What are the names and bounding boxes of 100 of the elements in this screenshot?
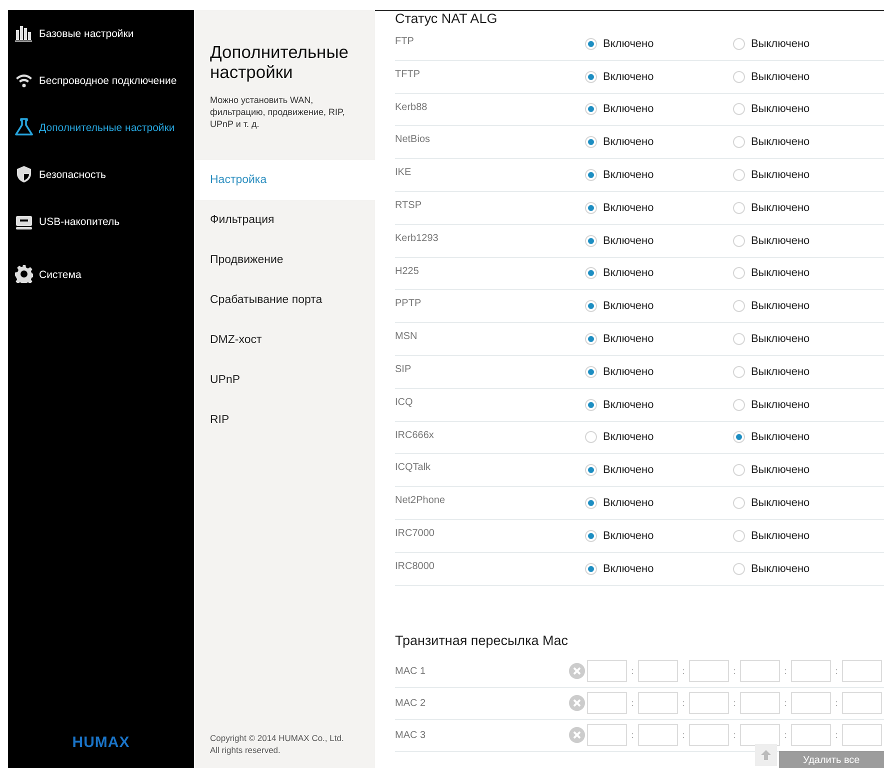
clear-icon[interactable]	[569, 695, 585, 712]
radio-option[interactable]: Выключено	[733, 169, 881, 182]
radio-button[interactable]	[733, 530, 745, 542]
radio-button[interactable]	[585, 300, 597, 312]
radio-button[interactable]	[585, 38, 597, 50]
mac-input-field[interactable]	[587, 660, 627, 682]
radio-button[interactable]	[585, 497, 597, 510]
radio-option[interactable]: Выключено	[733, 366, 881, 378]
radio-button[interactable]	[585, 398, 597, 411]
mac-input-field[interactable]	[740, 660, 780, 682]
radio-button[interactable]	[585, 366, 597, 378]
mac-input-field[interactable]	[842, 724, 882, 746]
radio-option[interactable]: Включено	[585, 267, 733, 280]
radio-option[interactable]: Выключено	[733, 267, 881, 280]
sidebar-item[interactable]: Система	[8, 261, 194, 308]
radio-option[interactable]: Выключено	[733, 234, 881, 247]
radio-option[interactable]: Выключено	[733, 431, 881, 444]
radio-button[interactable]	[733, 202, 745, 214]
radio-button[interactable]	[733, 169, 745, 182]
radio-option[interactable]: Включено	[585, 398, 733, 411]
radio-option[interactable]: Выключено	[733, 136, 881, 148]
radio-button[interactable]	[733, 398, 745, 411]
scroll-top-button[interactable]	[755, 744, 777, 766]
mac-input-field[interactable]	[689, 724, 729, 746]
radio-option[interactable]: Выключено	[733, 562, 881, 575]
submenu-item[interactable]: RIP	[194, 400, 375, 440]
mac-input-field[interactable]	[791, 724, 831, 746]
radio-button[interactable]	[585, 169, 597, 182]
radio-option[interactable]: Включено	[585, 300, 733, 312]
radio-button[interactable]	[733, 431, 745, 444]
sidebar-item[interactable]: Беспроводное подключение	[8, 67, 194, 114]
radio-option[interactable]: Выключено	[733, 70, 881, 83]
mac-input-field[interactable]	[587, 724, 627, 746]
radio-button[interactable]	[585, 431, 597, 444]
radio-button[interactable]	[585, 267, 597, 280]
mac-input-field[interactable]	[689, 660, 729, 682]
radio-button[interactable]	[585, 562, 597, 575]
radio-button[interactable]	[585, 136, 597, 148]
radio-option[interactable]: Включено	[585, 530, 733, 542]
radio-option[interactable]: Включено	[585, 497, 733, 510]
radio-option[interactable]: Выключено	[733, 202, 881, 214]
radio-button[interactable]	[585, 464, 597, 476]
submenu-item[interactable]: DMZ-хост	[194, 320, 375, 360]
radio-button[interactable]	[733, 366, 745, 378]
radio-button[interactable]	[585, 530, 597, 542]
submenu-item[interactable]: Продвижение	[194, 240, 375, 280]
radio-option[interactable]: Включено	[585, 234, 733, 247]
submenu-item[interactable]: Срабатывание порта	[194, 280, 375, 320]
sidebar-item[interactable]: Дополнительные настройки	[8, 114, 194, 161]
radio-button[interactable]	[733, 300, 745, 312]
mac-input-field[interactable]	[689, 692, 729, 714]
radio-option[interactable]: Включено	[585, 464, 733, 476]
mac-input-field[interactable]	[740, 724, 780, 746]
radio-button[interactable]	[733, 136, 745, 148]
clear-icon[interactable]	[569, 727, 585, 744]
radio-option[interactable]: Включено	[585, 202, 733, 214]
radio-option[interactable]: Включено	[585, 366, 733, 378]
radio-button[interactable]	[733, 38, 745, 50]
sidebar-item[interactable]: Базовые настройки	[8, 20, 194, 67]
submenu-item[interactable]: Фильтрация	[194, 200, 375, 240]
radio-button[interactable]	[733, 497, 745, 510]
radio-option[interactable]: Выключено	[733, 464, 881, 476]
radio-option[interactable]: Выключено	[733, 103, 881, 116]
radio-option[interactable]: Включено	[585, 333, 733, 346]
radio-option[interactable]: Включено	[585, 70, 733, 83]
radio-button[interactable]	[733, 70, 745, 83]
submenu-item[interactable]: UPnP	[194, 360, 375, 400]
radio-button[interactable]	[733, 562, 745, 575]
radio-button[interactable]	[733, 464, 745, 476]
radio-button[interactable]	[733, 103, 745, 116]
clear-icon[interactable]	[569, 663, 585, 680]
sidebar-item[interactable]: USB-накопитель	[8, 208, 194, 261]
radio-option[interactable]: Выключено	[733, 38, 881, 50]
radio-button[interactable]	[733, 267, 745, 280]
radio-option[interactable]: Выключено	[733, 530, 881, 542]
radio-button[interactable]	[585, 333, 597, 346]
mac-input-field[interactable]	[638, 660, 678, 682]
mac-input-field[interactable]	[587, 692, 627, 714]
radio-option[interactable]: Выключено	[733, 398, 881, 411]
radio-button[interactable]	[585, 202, 597, 214]
radio-option[interactable]: Включено	[585, 103, 733, 116]
radio-option[interactable]: Выключено	[733, 300, 881, 312]
radio-button[interactable]	[733, 333, 745, 346]
mac-input-field[interactable]	[791, 660, 831, 682]
radio-button[interactable]	[585, 234, 597, 247]
sidebar-item[interactable]: Безопасность	[8, 161, 194, 208]
mac-input-field[interactable]	[638, 692, 678, 714]
radio-option[interactable]: Включено	[585, 169, 733, 182]
radio-button[interactable]	[585, 70, 597, 83]
mac-input-field[interactable]	[740, 692, 780, 714]
mac-input-field[interactable]	[842, 692, 882, 714]
mac-input-field[interactable]	[638, 724, 678, 746]
radio-button[interactable]	[733, 234, 745, 247]
submenu-item[interactable]: Настройка	[194, 160, 375, 200]
radio-option[interactable]: Включено	[585, 431, 733, 444]
mac-input-field[interactable]	[842, 660, 882, 682]
radio-option[interactable]: Включено	[585, 136, 733, 148]
radio-button[interactable]	[585, 103, 597, 116]
radio-option[interactable]: Включено	[585, 38, 733, 50]
radio-option[interactable]: Выключено	[733, 333, 881, 346]
